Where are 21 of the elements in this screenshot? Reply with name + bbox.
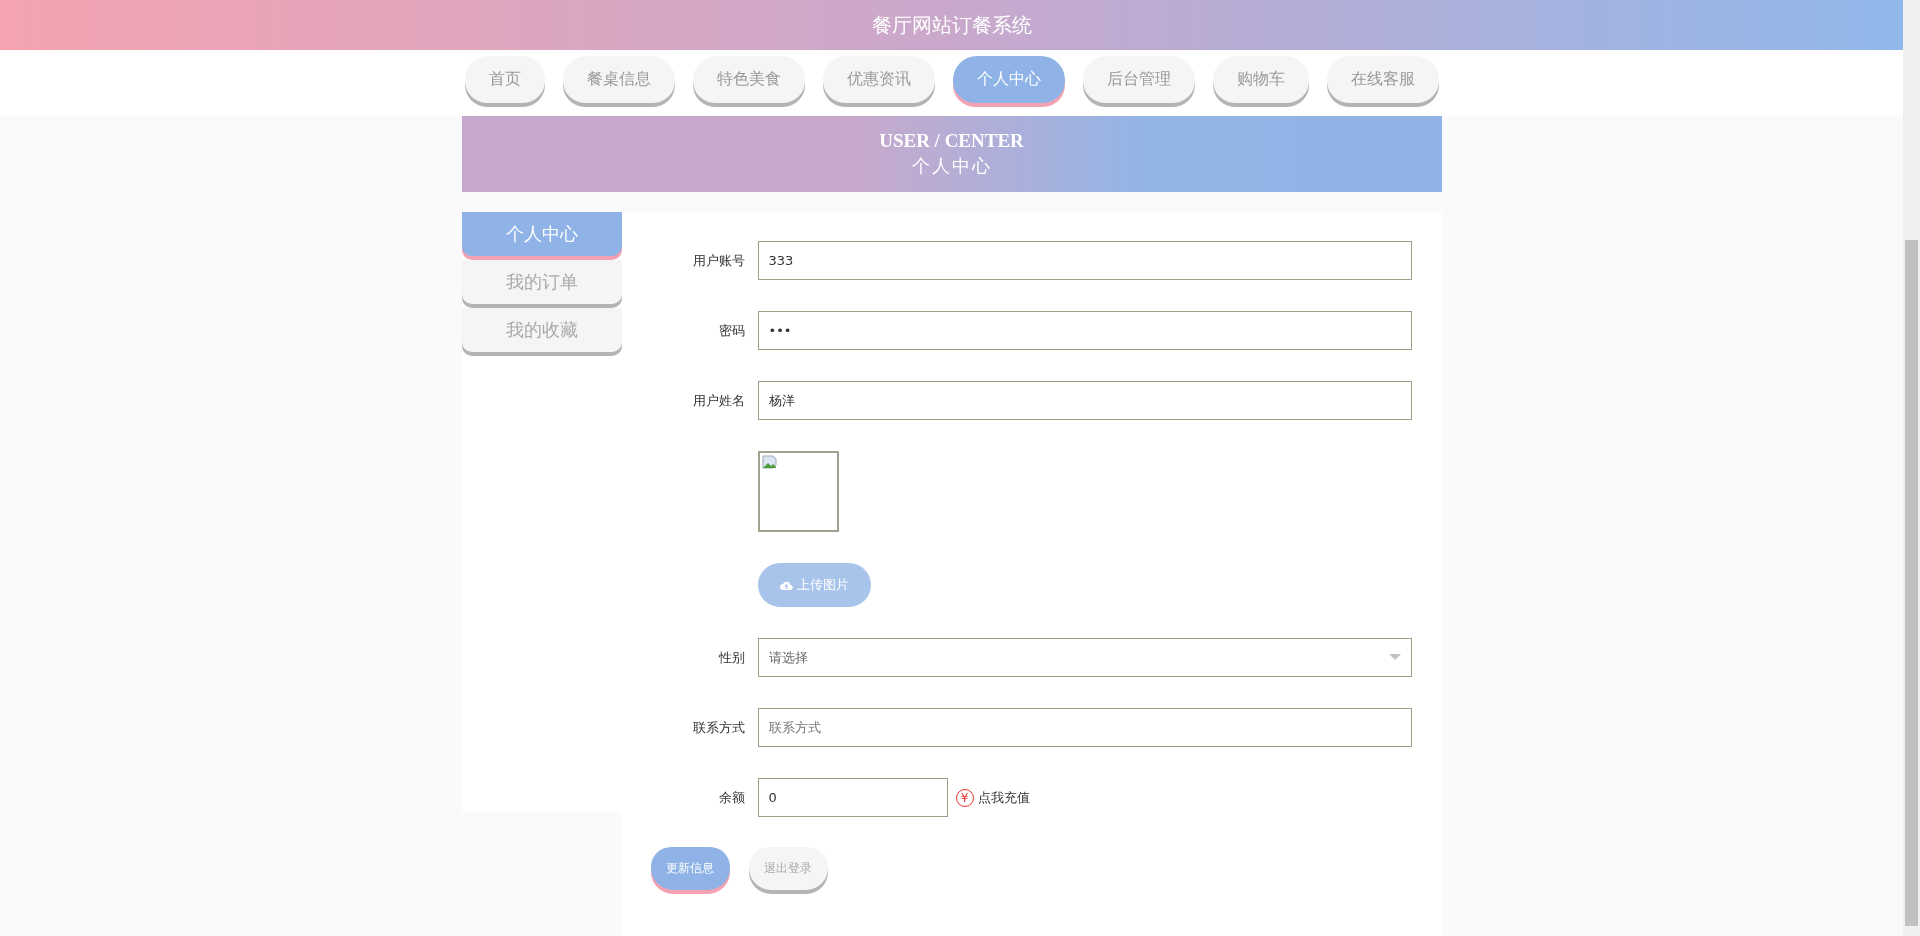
balance-field[interactable]: 0 [757, 778, 948, 817]
upload-image-button[interactable]: 上传图片 [757, 563, 871, 607]
text-field[interactable]: ••• [757, 311, 1412, 350]
field-label: 联系方式 [691, 718, 746, 737]
cloud-upload-icon [779, 579, 793, 591]
site-title: 餐厅网站订餐系统 [871, 12, 1032, 38]
field-label: 密码 [717, 321, 746, 340]
dropdown-caret-icon [1388, 654, 1401, 661]
recharge-link[interactable]: ¥ 点我充值 [955, 788, 1030, 807]
gender-select[interactable]: 请选择 [757, 638, 1412, 677]
text-field[interactable]: 联系方式 [757, 708, 1412, 747]
banner-subtitle: 个人中心 [911, 155, 992, 178]
field-label: 余额 [717, 788, 746, 807]
broken-image-icon [761, 455, 778, 471]
text-field[interactable]: 333 [757, 241, 1412, 280]
text-field[interactable]: 杨洋 [757, 381, 1412, 420]
field-label: 用户姓名 [691, 391, 746, 410]
scrollbar-thumb[interactable] [1905, 240, 1918, 926]
banner-title: USER / CENTER [879, 130, 1024, 152]
field-label: 用户账号 [691, 251, 746, 270]
field-label: 性别 [717, 648, 746, 667]
